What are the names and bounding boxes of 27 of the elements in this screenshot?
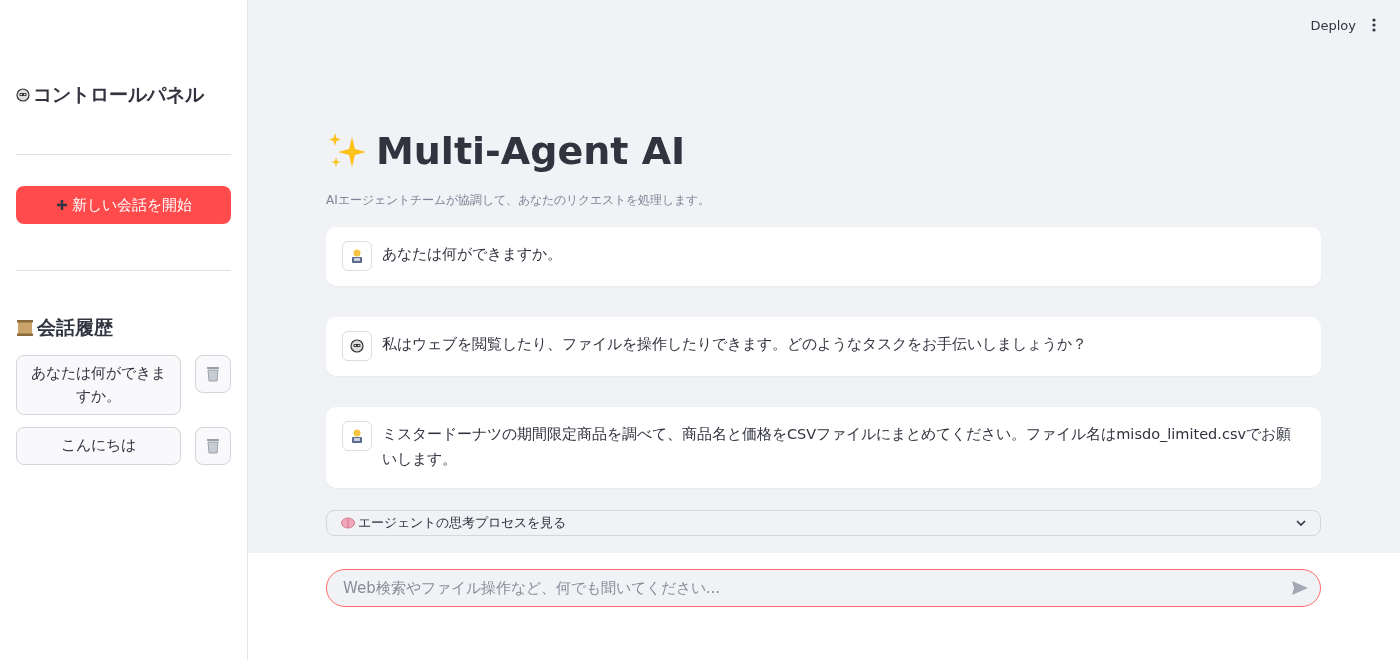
message-text: あなたは何ができますか。 [382, 245, 562, 264]
message-text: ミスタードーナツの期間限定商品を調べて、商品名と価格をCSVファイルにまとめてください。ファイル名はmisdo_limited.csvでお願いします。 [382, 425, 1293, 470]
history-item[interactable]: あなたは何ができますか。 [16, 355, 181, 416]
expander-label: エージェントの思考プロセスを見る [358, 513, 566, 532]
person-laptop-icon [349, 428, 365, 444]
chevron-icon [1296, 519, 1306, 526]
delete-button[interactable] [195, 355, 231, 393]
trash-icon [206, 366, 220, 382]
subtitle: AIエージェントチームが協調して、あなたのリクエストを処理します。 [326, 192, 711, 209]
page-title: Multi-Agent AI [376, 129, 686, 173]
chat-input[interactable]: Web検索やファイル操作など、何でも聞いてください... [326, 569, 1321, 607]
trash-icon [206, 438, 220, 455]
robot-icon [350, 339, 364, 353]
robot-icon [16, 88, 30, 102]
send-icon[interactable] [1291, 580, 1309, 596]
person-laptop-icon [349, 248, 365, 264]
more-menu-icon[interactable] [1372, 18, 1376, 32]
scroll-icon [16, 319, 34, 337]
delete-button[interactable] [195, 427, 231, 466]
history-title: 会話履歴 [16, 315, 231, 341]
thinking-expander[interactable]: エージェントの思考プロセスを見る [326, 509, 1321, 536]
brain-icon [341, 516, 355, 529]
history-item[interactable]: こんにちは [16, 427, 181, 465]
message-text: 私はウェブを閲覧したり、ファイルを操作したりできます。どのようなタスクをお手伝いしましょうか？ [382, 335, 1087, 354]
panel-title: コントロールパネル [16, 82, 231, 108]
deploy-button[interactable]: Deploy [1306, 13, 1360, 37]
plus-icon [55, 199, 68, 211]
